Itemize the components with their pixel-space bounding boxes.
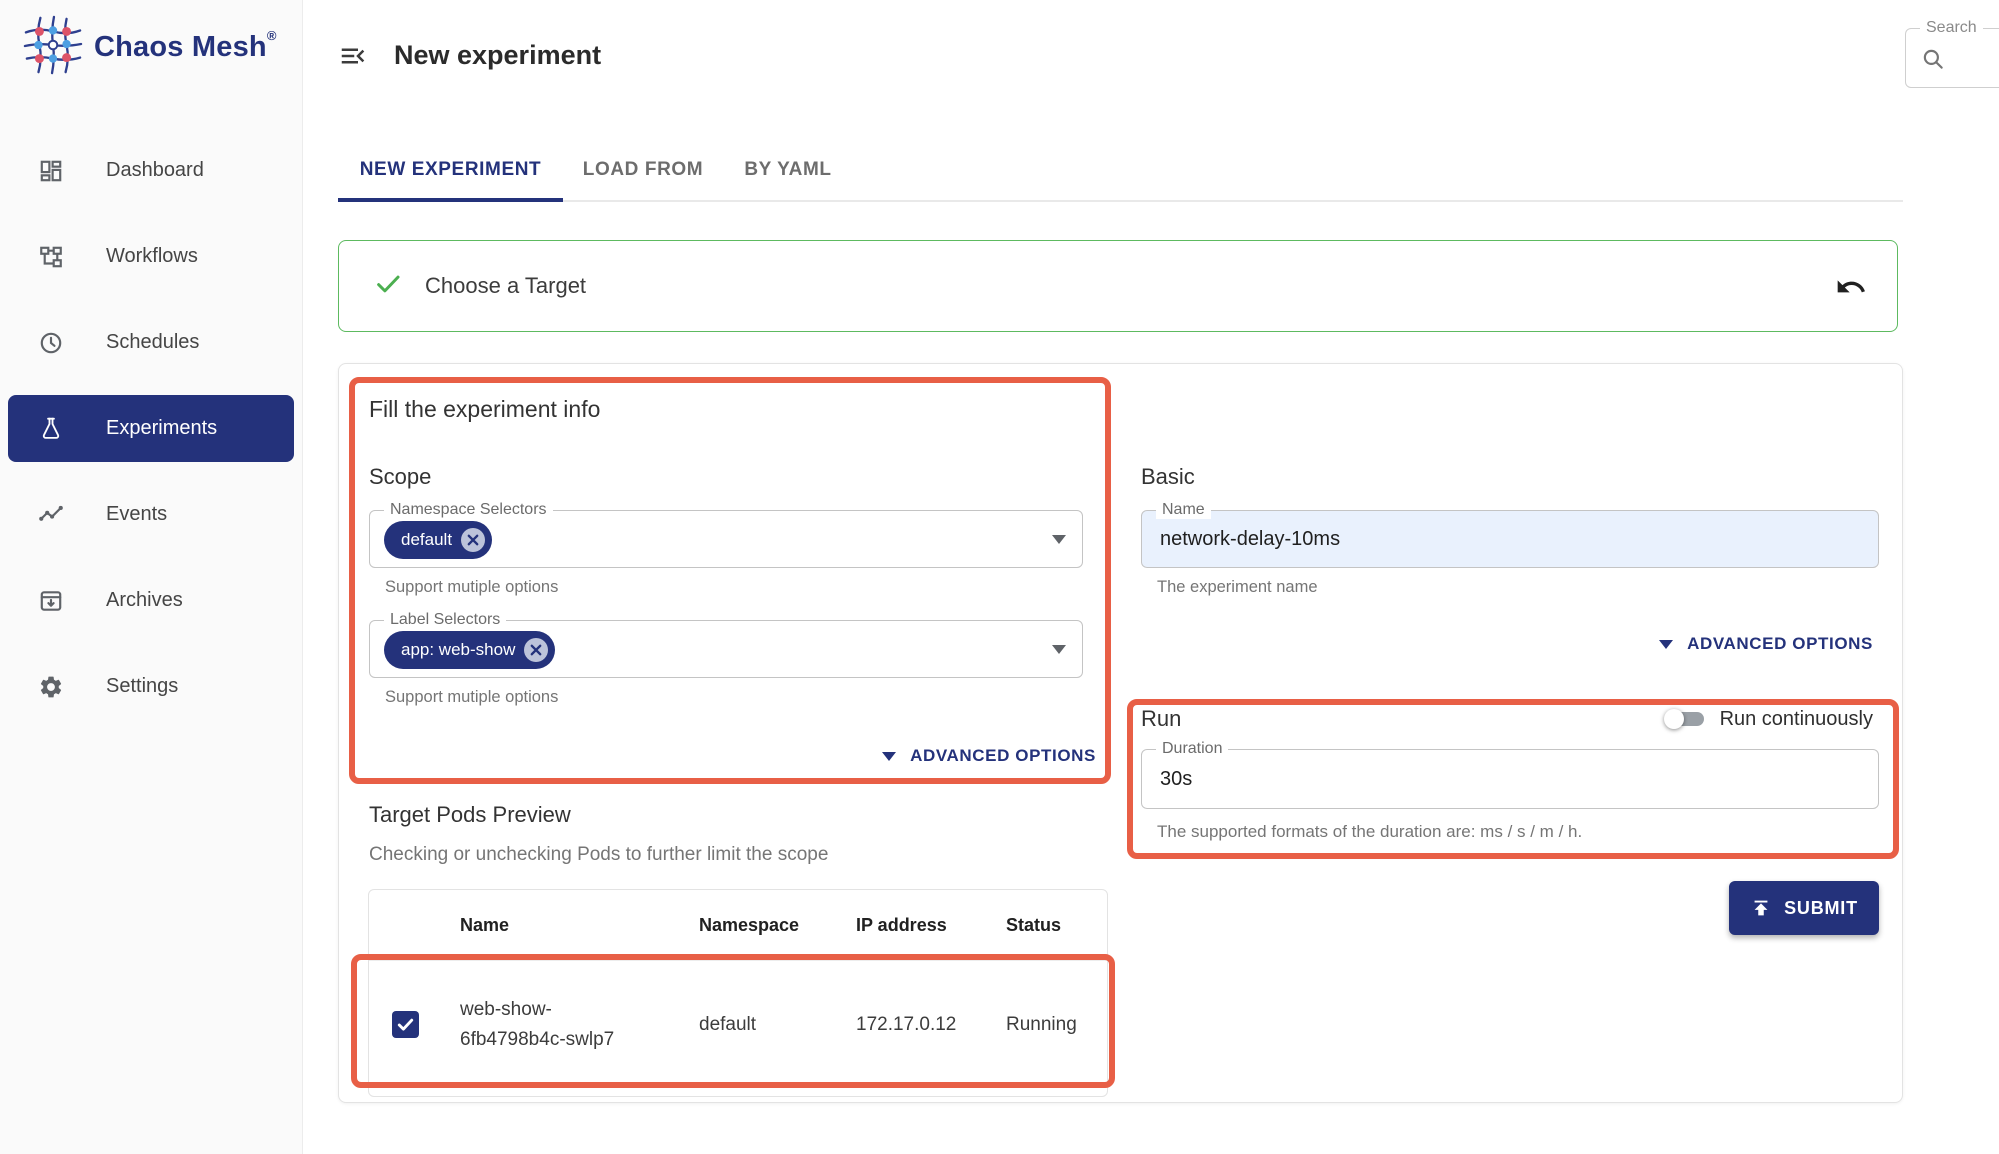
workflows-icon (38, 244, 64, 270)
chevron-down-icon[interactable] (1052, 535, 1066, 544)
pods-preview-subtitle: Checking or unchecking Pods to further l… (369, 844, 828, 866)
basic-heading: Basic (1141, 464, 1195, 490)
sidebar-item-label: Archives (106, 589, 183, 612)
cancel-icon[interactable] (460, 527, 486, 553)
experiment-name-input[interactable] (1142, 511, 1878, 567)
chaos-mesh-logo-icon (22, 14, 84, 81)
label-selector-chip-label: app: web-show (401, 640, 515, 660)
basic-advanced-options-button[interactable]: ADVANCED OPTIONS (1141, 630, 1873, 658)
column-header-status: Status (1006, 915, 1107, 936)
namespace-chip-label: default (401, 530, 452, 550)
cancel-icon[interactable] (523, 637, 549, 663)
column-header-namespace: Namespace (699, 915, 856, 936)
app-window: Chaos Mesh® Dashboard (0, 0, 1999, 1154)
search-field-label: Search (1920, 19, 1983, 37)
column-header-name: Name (460, 915, 699, 936)
run-heading: Run (1141, 706, 1181, 732)
pod-checkbox[interactable] (392, 1011, 419, 1038)
pods-table-header: Name Namespace IP address Status (369, 890, 1107, 960)
sidebar: Chaos Mesh® Dashboard (0, 0, 303, 1154)
pods-preview-heading: Target Pods Preview (369, 802, 571, 828)
experiment-form-card: Fill the experiment info Scope Namespace… (338, 363, 1903, 1103)
submit-button[interactable]: SUBMIT (1729, 881, 1879, 935)
scope-heading: Scope (369, 464, 431, 490)
tab-load-from[interactable]: LOAD FROM (563, 140, 723, 200)
target-step-banner: Choose a Target (338, 240, 1898, 332)
label-selectors-helper-text: Support mutiple options (385, 688, 558, 707)
brand-name: Chaos Mesh (94, 31, 267, 63)
pods-table: Name Namespace IP address Status web-sho… (368, 889, 1108, 1097)
namespace-selectors-field[interactable]: Namespace Selectors default (369, 510, 1083, 568)
archive-icon (38, 588, 64, 614)
chevron-down-icon (882, 752, 896, 761)
check-icon (373, 269, 403, 304)
duration-helper: The supported formats of the duration ar… (1157, 822, 1582, 842)
chevron-down-icon (1659, 640, 1673, 649)
section-title-fill-info: Fill the experiment info (369, 396, 600, 423)
duration-field-wrap: Duration (1141, 749, 1879, 809)
menu-open-icon[interactable] (338, 41, 368, 71)
run-continuously-toggle[interactable] (1666, 706, 1706, 732)
sidebar-item-dashboard[interactable]: Dashboard (8, 137, 294, 204)
brand-logo[interactable]: Chaos Mesh® (22, 14, 276, 81)
pod-namespace-cell: default (699, 1014, 856, 1036)
sidebar-item-schedules[interactable]: Schedules (8, 309, 294, 376)
pod-name-cell: web-show-6fb4798b4c-swlp7 (460, 995, 632, 1054)
main-content: New experiment Search NEW EXPERIMENT LOA… (338, 0, 1903, 1154)
sidebar-nav: Dashboard Workflows (0, 137, 302, 739)
flask-icon (38, 416, 64, 442)
experiment-name-field-wrap: Name (1141, 510, 1879, 568)
duration-input[interactable] (1142, 750, 1878, 808)
sidebar-item-workflows[interactable]: Workflows (8, 223, 294, 290)
tab-new-experiment[interactable]: NEW EXPERIMENT (338, 140, 563, 200)
sidebar-item-label: Events (106, 503, 167, 526)
brand-registered-mark: ® (267, 28, 277, 43)
sidebar-item-label: Settings (106, 675, 178, 698)
page-title: New experiment (394, 40, 601, 71)
tab-by-yaml[interactable]: BY YAML (723, 140, 853, 200)
publish-icon (1750, 897, 1772, 919)
experiment-name-helper: The experiment name (1157, 578, 1318, 597)
sidebar-item-label: Schedules (106, 331, 199, 354)
sidebar-item-label: Dashboard (106, 159, 204, 182)
target-step-label: Choose a Target (425, 273, 586, 299)
sidebar-item-settings[interactable]: Settings (8, 653, 294, 720)
sidebar-item-archives[interactable]: Archives (8, 567, 294, 634)
scope-advanced-options-button[interactable]: ADVANCED OPTIONS (369, 742, 1096, 770)
chevron-down-icon[interactable] (1052, 645, 1066, 654)
undo-icon[interactable] (1835, 271, 1867, 303)
pod-ip-cell: 172.17.0.12 (856, 1014, 1006, 1036)
sidebar-item-experiments[interactable]: Experiments (8, 395, 294, 462)
namespace-helper-text: Support mutiple options (385, 578, 558, 597)
run-continuously-label: Run continuously (1720, 708, 1873, 731)
table-row[interactable]: web-show-6fb4798b4c-swlp7 default 172.17… (369, 960, 1107, 1088)
column-header-ip: IP address (856, 915, 1006, 936)
label-selector-chip: app: web-show (384, 631, 555, 669)
sidebar-item-label: Workflows (106, 245, 198, 268)
sidebar-item-events[interactable]: Events (8, 481, 294, 548)
label-selectors-label: Label Selectors (384, 611, 506, 629)
label-selectors-field[interactable]: Label Selectors app: web-show (369, 620, 1083, 678)
clock-icon (38, 330, 64, 356)
namespace-selectors-label: Namespace Selectors (384, 501, 553, 519)
gear-icon (38, 674, 64, 700)
dashboard-icon (38, 158, 64, 184)
namespace-chip: default (384, 521, 492, 559)
pod-status-cell: Running (1006, 1014, 1107, 1036)
tab-bar: NEW EXPERIMENT LOAD FROM BY YAML (338, 140, 1903, 202)
search-field[interactable]: Search (1905, 28, 1999, 88)
timeline-icon (38, 502, 64, 528)
sidebar-item-label: Experiments (106, 417, 217, 440)
